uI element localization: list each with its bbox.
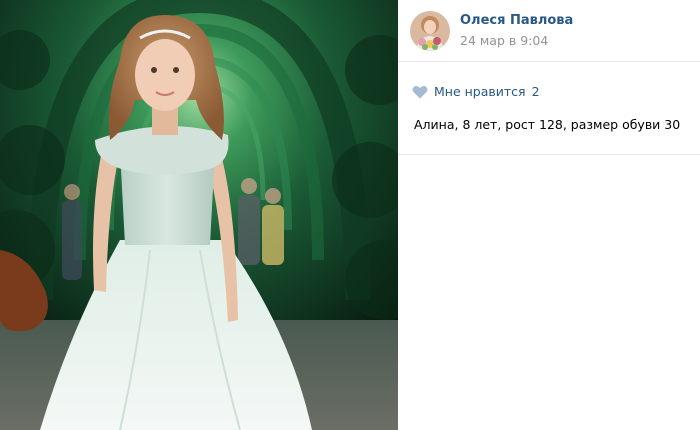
avatar-image [410,11,450,51]
post-caption: Алина, 8 лет, рост 128, размер обуви 30 [414,117,681,132]
like-label: Мне нравится [434,83,526,99]
like-button[interactable]: Мне нравится 2 [412,82,540,100]
photo-image [0,0,398,430]
post-date[interactable]: 24 мар в 9:04 [460,33,548,48]
post-info-panel: Олеся Павлова 24 мар в 9:04 Мне нравится… [398,0,700,430]
author-header: Олеся Павлова 24 мар в 9:04 [398,0,700,62]
heart-icon [412,84,428,99]
post-photo[interactable] [0,0,398,430]
author-avatar[interactable] [410,11,450,51]
like-count[interactable]: 2 [532,84,540,99]
divider [398,154,700,155]
author-name[interactable]: Олеся Павлова [460,13,573,28]
